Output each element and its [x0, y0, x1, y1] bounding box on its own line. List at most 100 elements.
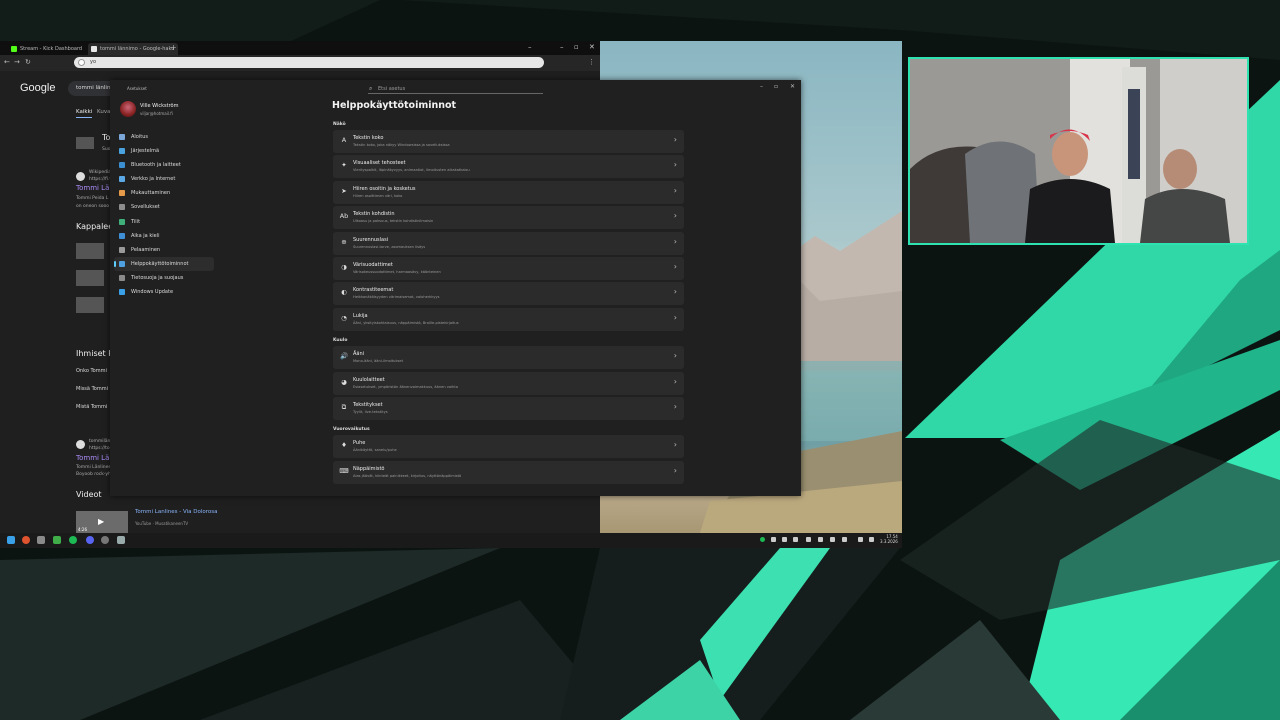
settings-row-keyboard[interactable]: ⌨ Näppäimistö Alas jäävät, kiinteät painik… [333, 460, 684, 484]
sidebar-item-home[interactable]: Aloitus [114, 130, 214, 144]
question-item[interactable]: Missä Tommi [76, 386, 108, 392]
result-snippet: Tommi Länlines [76, 465, 111, 470]
sidebar-item-label: Sovellukset [131, 204, 160, 211]
section-heading: Näkö [333, 122, 346, 127]
new-tab-button[interactable]: + [170, 42, 177, 54]
address-bar[interactable]: yo [74, 57, 544, 68]
browser-tab-kick-dashboard[interactable]: Stream - Kick Dashboard [8, 43, 98, 55]
network-icon[interactable] [830, 537, 835, 542]
video-thumbnail[interactable]: 4:26 ▶ [76, 511, 128, 533]
maximize-icon[interactable]: ▫ [574, 43, 579, 51]
row-subtitle: Värisokeussuodattimet, harmaasävy, käänt… [353, 270, 441, 274]
discord-icon[interactable] [86, 536, 94, 544]
question-item[interactable]: Onko Tommi [76, 368, 107, 374]
browser-icon[interactable] [22, 536, 30, 544]
sidebar-item-label: Bluetooth ja laitteet [131, 162, 181, 169]
song-thumbnail[interactable] [76, 270, 104, 286]
row-subtitle: Heikkonäköisyyden värimaisemat, valoherk… [353, 295, 440, 300]
settings-row-color-filter[interactable]: ◑ Värisuodattimet Värisokeussuodattimet, h… [333, 257, 684, 280]
webcam-feed [910, 59, 1247, 243]
sidebar-item-update[interactable]: Windows Update [114, 285, 214, 299]
back-icon[interactable]: ← [4, 58, 10, 66]
video-title[interactable]: Tommi Lanlines - Via Dolorosa [135, 509, 218, 515]
tray-icon[interactable] [818, 537, 823, 542]
chevron-right-icon: › [673, 236, 677, 246]
tab-all[interactable]: Kaikki [76, 109, 93, 118]
row-subtitle: Suurennuslasi-tarve, zoomauksen lisäys [353, 244, 426, 249]
tool-icon[interactable] [37, 536, 45, 544]
result-link[interactable]: Tommi Län [76, 184, 114, 192]
videos-heading: Videot [76, 490, 102, 499]
tab-label: Stream - Kick Dashboard [20, 46, 83, 52]
settings-row-sparkle[interactable]: ✦ Visuaaliset tehosteet Vierityspalkit, lä… [333, 155, 684, 179]
tray-icon[interactable] [806, 537, 811, 542]
search-icon: ⌕ [369, 85, 373, 92]
settings-row-speaker[interactable]: 🔊 Ääni Mono-ääni, ääni-ilmoitukset › [333, 346, 684, 370]
reload-icon[interactable]: ↻ [25, 58, 31, 66]
settings-row-text-size[interactable]: A Tekstin koko Tekstin koko, joka näkyy Wi… [333, 130, 684, 153]
settings-row-magnifier[interactable]: ⊕ Suurennuslasi Suurennuslasi-tarve, zooma… [333, 231, 684, 255]
user-name: Ville Wickström [140, 103, 179, 109]
tray-icon[interactable] [869, 537, 874, 542]
close-icon[interactable]: ✕ [589, 43, 595, 51]
browser-tab-google-search[interactable]: tommi lännimo - Google-haku [88, 43, 178, 55]
text-size-icon: A [341, 136, 347, 144]
chevron-right-icon: › [673, 211, 677, 221]
settings-row-hearing[interactable]: ◕ Kuulolaitteet Esiasetukset, ympäristön ä… [333, 371, 684, 395]
site-icon [76, 440, 85, 449]
sidebar-item-apps[interactable]: Sovellukset [114, 200, 214, 214]
song-thumbnail[interactable] [76, 243, 104, 259]
settings-row-captions[interactable]: ⧉ Tekstitykset Tyylit, live-tekstitys › [333, 397, 684, 420]
windows-start-icon[interactable] [7, 536, 15, 544]
minimize-icon[interactable]: – [528, 43, 532, 51]
settings-row-microphone[interactable]: ♦ Puhe Äänikäyttö, sanelu/puhe › [333, 435, 684, 459]
settings-icon[interactable] [117, 536, 125, 544]
menu-icon[interactable]: ⋮ [588, 58, 595, 66]
minimize-icon[interactable]: – [760, 83, 763, 90]
sidebar-item-accessibility[interactable]: Helppokäyttötoiminnot [114, 256, 214, 271]
chevron-right-icon: › [673, 185, 677, 195]
settings-row-text-cursor[interactable]: Ab Tekstin kohdistin Ulkoasu ja paksuus, t… [333, 206, 684, 230]
google-logo[interactable]: Google [20, 82, 55, 94]
result-thumbnail[interactable] [76, 137, 94, 149]
apps-icon [119, 204, 125, 211]
sidebar-item-gamepad[interactable]: Pelaaminen [114, 243, 214, 257]
sidebar-item-system[interactable]: Järjestelmä [114, 144, 214, 158]
maximize-icon[interactable]: ▫ [774, 83, 778, 90]
address-bar-text: yo [90, 59, 97, 65]
obs-icon[interactable] [101, 536, 109, 544]
close-icon[interactable]: ✕ [790, 83, 795, 90]
settings-row-contrast[interactable]: ◐ Kontrastiteemat Heikkonäköisyyden värima… [333, 282, 684, 306]
minimize-icon[interactable]: – [560, 43, 564, 51]
sidebar-item-globe-clock[interactable]: Aika ja kieli [114, 229, 214, 243]
webcam-overlay [908, 57, 1249, 245]
spotify-icon[interactable] [69, 536, 77, 544]
row-title: Visuaaliset tehosteet [353, 160, 406, 167]
avatar[interactable] [120, 101, 136, 117]
network-icon [119, 176, 125, 183]
sidebar-item-bluetooth[interactable]: Bluetooth ja laitteet [114, 158, 214, 172]
taskbar-clock[interactable]: 17.54 3.3.2026 [880, 534, 898, 544]
sidebar-item-account[interactable]: Tilit [114, 215, 214, 229]
settings-row-mouse-pointer[interactable]: ➤ Hiiren osoitin ja kosketus Hiiren osoitt… [333, 180, 684, 204]
contrast-icon: ◐ [341, 288, 347, 297]
tray-icon[interactable] [771, 537, 776, 542]
tray-icon[interactable] [782, 537, 787, 542]
question-item[interactable]: Mistä Tommi [76, 404, 107, 410]
song-thumbnail[interactable] [76, 297, 104, 313]
settings-row-narrator[interactable]: ◔ Lukija Ääni, yksityiskohtaisuus, näppäim… [333, 307, 684, 331]
volume-icon[interactable] [842, 537, 847, 542]
tray-icon[interactable] [858, 537, 863, 542]
forward-icon[interactable]: → [14, 58, 20, 66]
taskbar: 17.54 3.3.2026 [0, 533, 902, 548]
spotify-tray-icon[interactable] [760, 537, 765, 542]
sidebar-item-brush[interactable]: Mukauttaminen [114, 186, 214, 200]
sidebar-item-shield[interactable]: Tietosuoja ja suojaus [114, 271, 214, 285]
section-heading: Vuorovaikutus [333, 427, 370, 433]
tray-icon[interactable] [793, 537, 798, 542]
settings-search-input[interactable]: ⌕ Etsi asetus [368, 84, 543, 94]
app-icon[interactable] [53, 536, 61, 544]
magnifier-icon: ⊕ [341, 237, 347, 246]
sidebar-item-network[interactable]: Verkko ja Internet [114, 172, 214, 186]
result-link[interactable]: Tommi Län [76, 454, 114, 462]
